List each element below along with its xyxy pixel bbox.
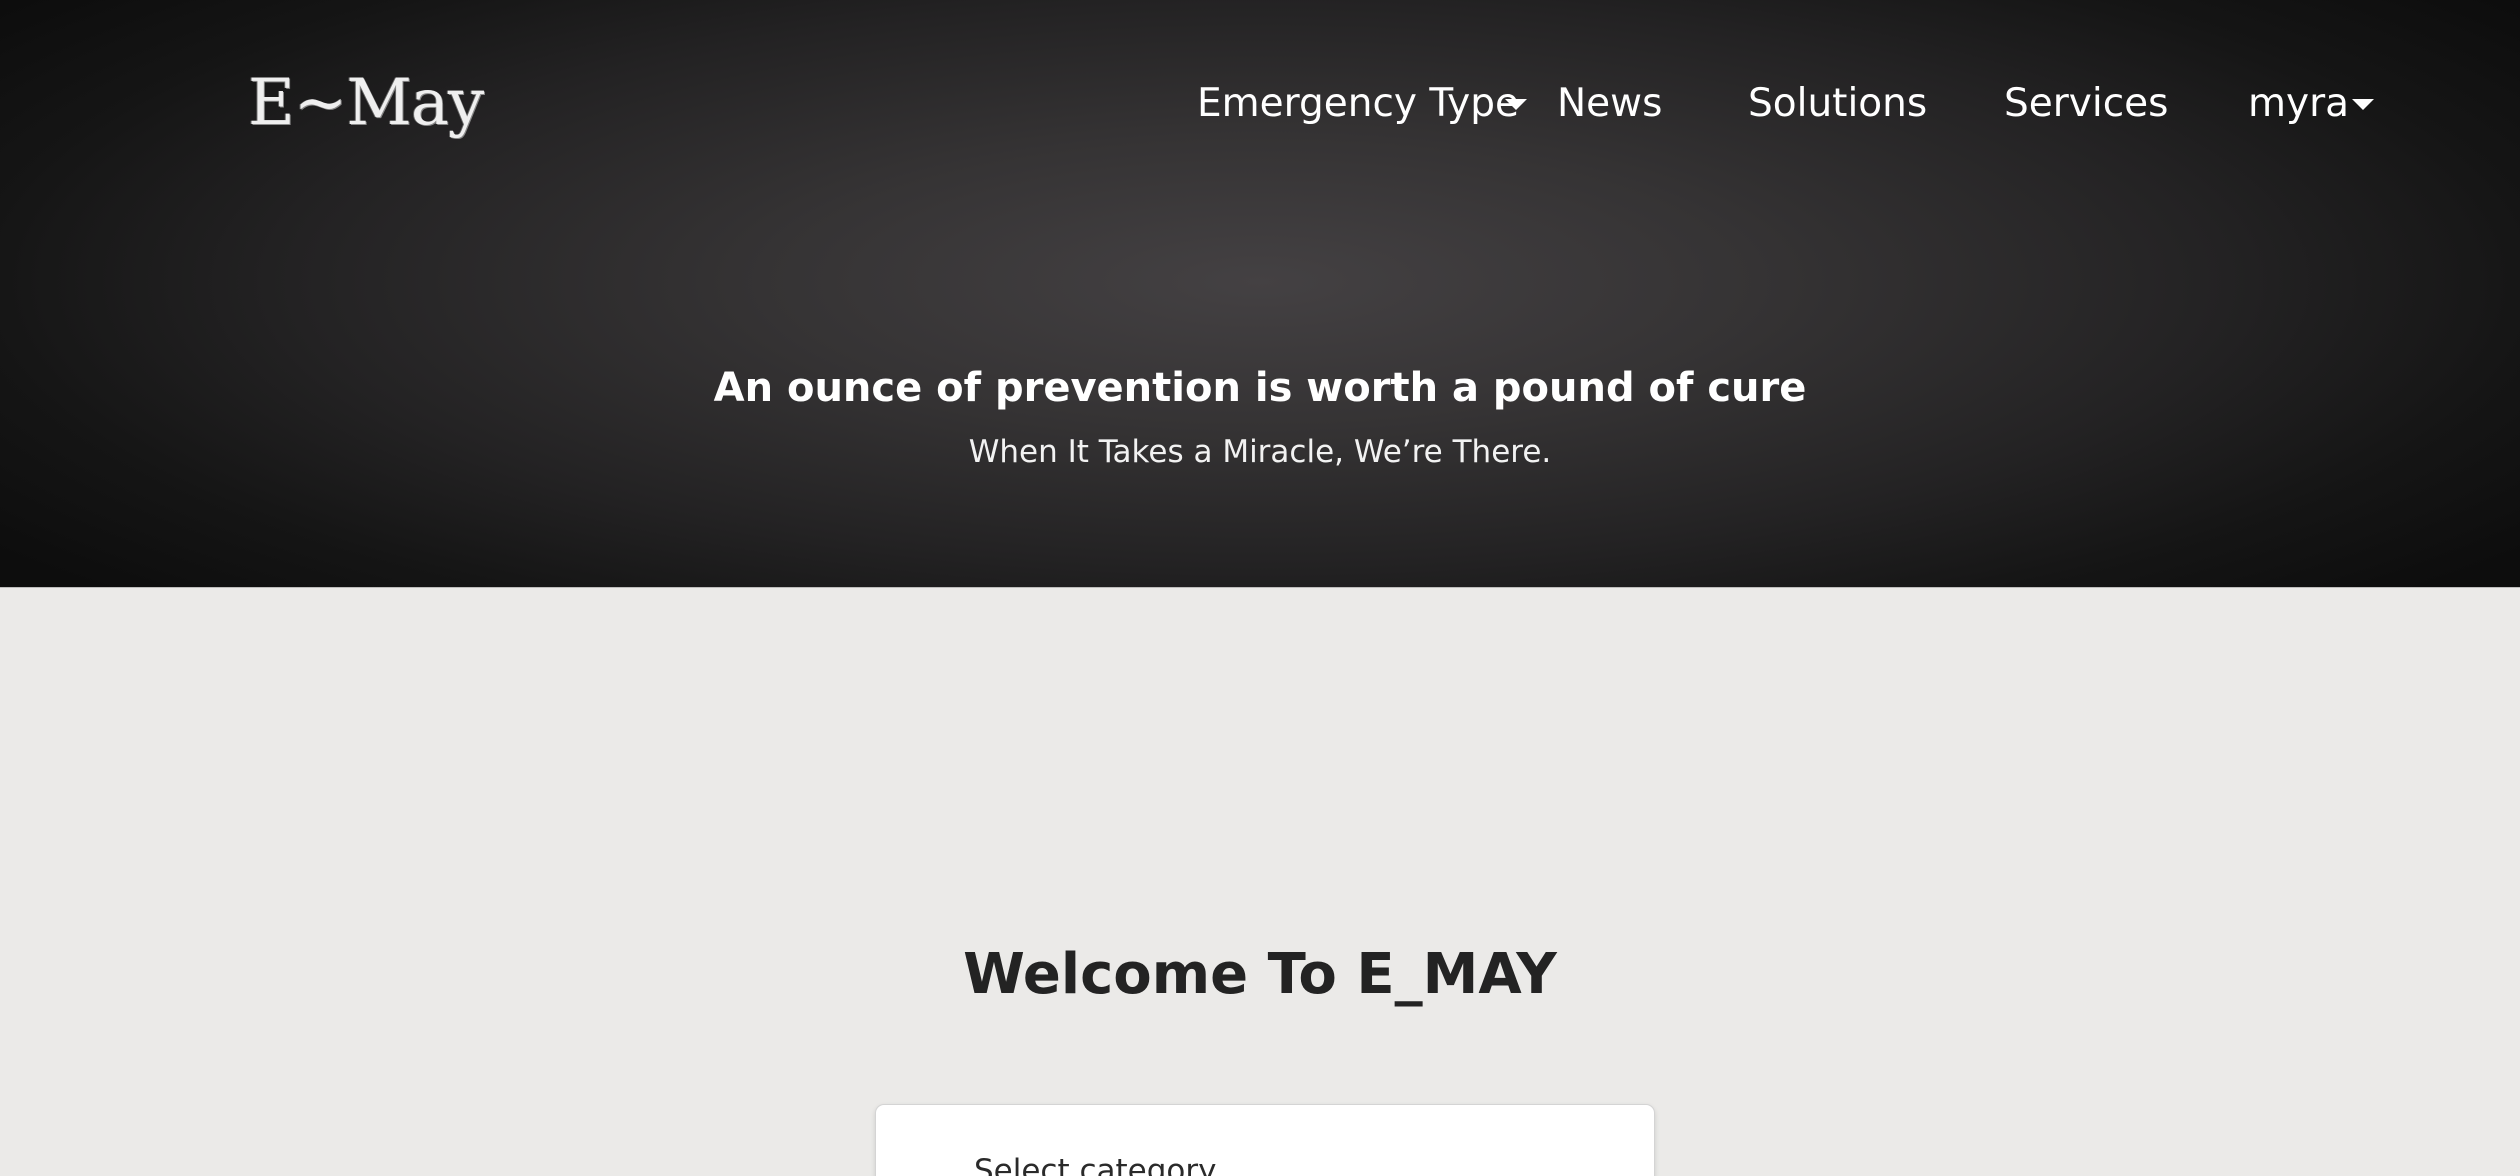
caret-down-icon — [2352, 99, 2374, 110]
nav-services-link[interactable]: Services — [2004, 76, 2168, 132]
hero-section: E~May Emergency Type News Solutions Serv… — [0, 0, 2520, 588]
hero-tagline: An ounce of prevention is worth a pound … — [713, 365, 1807, 411]
main-navigation: Emergency Type News Solutions Services m… — [0, 76, 2520, 132]
welcome-title: Welcome To E_MAY — [963, 942, 1557, 1007]
category-select[interactable]: Select category — [974, 1149, 1217, 1176]
nav-news-link[interactable]: News — [1557, 76, 1662, 132]
nav-solutions-link[interactable]: Solutions — [1748, 76, 1927, 132]
nav-user-name: myra — [2248, 81, 2350, 126]
category-select-card: Select category — [876, 1105, 1654, 1176]
caret-down-icon — [1505, 99, 1527, 110]
nav-emergency-type-dropdown[interactable]: Emergency Type — [1197, 76, 1527, 132]
hero-subtagline: When It Takes a Miracle, We’re There. — [968, 434, 1552, 470]
nav-emergency-type-label: Emergency Type — [1197, 81, 1519, 126]
nav-user-menu-dropdown[interactable]: myra — [2248, 76, 2374, 132]
